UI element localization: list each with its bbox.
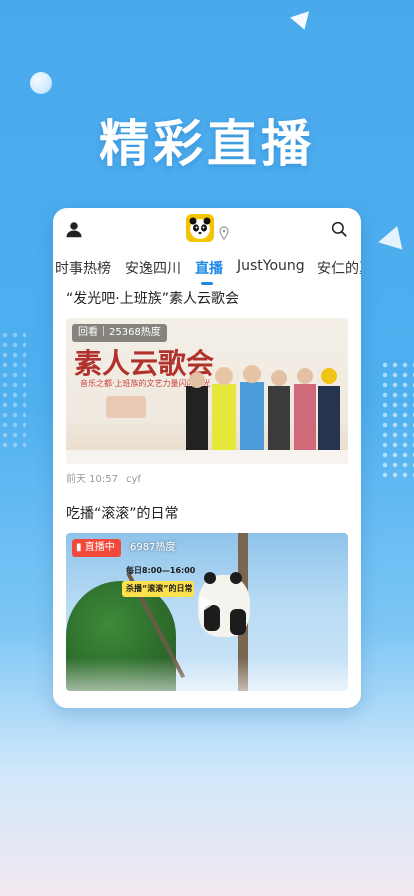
location-icon[interactable] [218,226,230,240]
replay-label: 回看 [78,327,98,338]
panda-ear [204,572,216,584]
post-title[interactable]: 吃播“滚滚”的日常 [66,503,348,523]
post-time: 前天 10:57 [66,474,118,485]
search-icon[interactable] [330,220,348,238]
decorative-triangle [290,11,314,33]
decorative-dots [380,360,414,480]
post-meta: 前天 10:57 cyf [66,470,348,485]
decorative-circle [30,72,52,94]
replay-badge: 回看 25368热度 [72,324,167,342]
tab-live[interactable]: 直播 [195,258,223,278]
live-label: 直播中 [84,542,115,553]
top-bar [53,208,361,252]
panda-leg [230,609,246,635]
performers-image [186,365,340,456]
hero-title: 精彩直播 [99,115,315,173]
user-icon[interactable] [65,220,83,238]
panda-logo-icon[interactable] [186,214,214,242]
decorative-triangle [375,225,403,255]
tab-justyoung[interactable]: JustYoung [237,258,305,274]
live-indicator-icon: ▮ [76,542,82,553]
active-tab-indicator [201,282,213,285]
bottom-fade [53,658,361,708]
promo-text: 杀播“滚滚”的日常 [126,584,193,593]
decorative-dots [0,330,26,450]
tab-anyi-sichuan[interactable]: 安逸四川 [125,258,181,278]
tab-shishi[interactable]: 时事热榜 [55,258,111,278]
live-badge: ▮ 直播中 [72,539,121,557]
heat-count: 6987热度 [130,542,176,553]
video-thumbnail[interactable]: 素人云歌会 音乐之都·上班族的文艺力量闪闪发光 回看 25368热度 [66,318,348,464]
panda-ear [230,572,242,584]
sponsor-logos [66,450,348,464]
radio-illustration [106,396,146,418]
schedule-text: 每日8:00—16:00 [126,566,196,575]
tab-anren[interactable]: 安仁的夏 [317,258,361,278]
app-screen: 时事热榜 安逸四川 直播 JustYoung 安仁的夏 “发光吧·上班族”素人云… [53,208,361,708]
post-author: cyf [126,474,141,485]
list-item[interactable]: “发光吧·上班族”素人云歌会 素人云歌会 音乐之都·上班族的文艺力量闪闪发光 回… [66,288,348,485]
play-icon[interactable] [200,595,214,613]
category-tabs: 时事热榜 安逸四川 直播 JustYoung 安仁的夏 [53,252,361,288]
heat-count: 25368热度 [109,327,161,338]
post-title[interactable]: “发光吧·上班族”素人云歌会 [66,288,348,308]
